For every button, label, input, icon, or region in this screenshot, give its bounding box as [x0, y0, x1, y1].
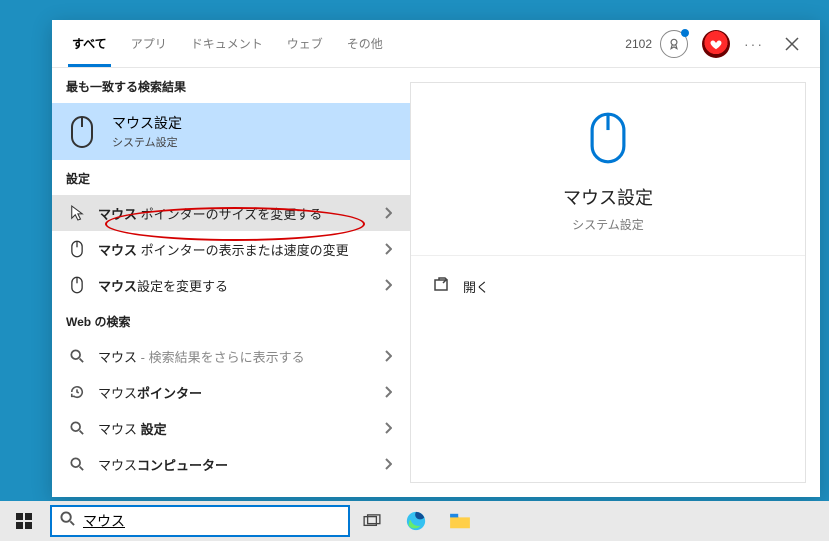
settings-result-pointer-size[interactable]: マウス ポインターのサイズを変更する	[52, 195, 410, 231]
search-topbar: すべて アプリ ドキュメント ウェブ その他 2102 ···	[52, 20, 820, 68]
results-list: 最も一致する検索結果 マウス設定 システム設定 設定 マウス ポインターのサイズ…	[52, 68, 410, 497]
taskbar-search-input[interactable]	[83, 513, 340, 529]
notification-dot	[681, 29, 689, 37]
chevron-right-icon	[376, 201, 400, 225]
tab-all[interactable]: すべて	[60, 20, 119, 67]
start-button[interactable]	[0, 501, 48, 541]
search-icon	[66, 421, 88, 435]
history-icon	[66, 385, 88, 399]
rewards-medal-icon[interactable]	[660, 30, 688, 58]
search-results-panel: すべて アプリ ドキュメント ウェブ その他 2102 ···	[52, 20, 820, 497]
search-icon	[66, 349, 88, 363]
tab-apps[interactable]: アプリ	[119, 20, 179, 67]
task-view-button[interactable]	[350, 501, 394, 541]
user-avatar[interactable]	[702, 30, 730, 58]
taskbar-search-box[interactable]	[50, 505, 350, 537]
mouse-large-icon	[581, 111, 635, 170]
edge-taskbar-icon[interactable]	[394, 501, 438, 541]
rewards-points: 2102	[625, 37, 652, 51]
more-options-button[interactable]: ···	[744, 36, 764, 52]
mouse-small-icon	[66, 240, 88, 258]
web-result-computer[interactable]: マウスコンピューター	[52, 446, 410, 482]
tab-more[interactable]: その他	[335, 20, 399, 67]
web-header: Web の検索	[52, 303, 410, 338]
chevron-right-icon	[376, 273, 400, 297]
preview-title: マウス設定	[563, 184, 653, 210]
search-icon	[60, 511, 75, 531]
best-match-title: マウス設定	[112, 113, 182, 133]
chevron-right-icon	[376, 416, 400, 440]
open-icon	[433, 277, 449, 296]
web-result-settings[interactable]: マウス 設定	[52, 410, 410, 446]
settings-header: 設定	[52, 160, 410, 195]
chevron-right-icon	[376, 237, 400, 261]
settings-result-pointer-speed[interactable]: マウス ポインターの表示または速度の変更	[52, 231, 410, 267]
chevron-right-icon	[376, 344, 400, 368]
preview-pane: マウス設定 システム設定 開く	[410, 82, 806, 483]
best-match-item[interactable]: マウス設定 システム設定	[52, 103, 410, 160]
mouse-icon	[66, 116, 98, 148]
close-button[interactable]	[778, 30, 806, 58]
web-result-more[interactable]: マウス - 検索結果をさらに表示する	[52, 338, 410, 374]
best-match-header: 最も一致する検索結果	[52, 68, 410, 103]
preview-sub: システム設定	[572, 216, 644, 233]
best-match-sub: システム設定	[112, 134, 182, 150]
chevron-right-icon	[376, 380, 400, 404]
settings-result-change-mouse[interactable]: マウス設定を変更する	[52, 267, 410, 303]
tab-web[interactable]: ウェブ	[275, 20, 335, 67]
scope-tabs: すべて アプリ ドキュメント ウェブ その他	[60, 20, 399, 67]
topbar-right: 2102 ···	[625, 30, 812, 58]
open-action[interactable]: 開く	[415, 266, 801, 306]
search-icon	[66, 457, 88, 471]
mouse-outline-icon	[66, 276, 88, 294]
explorer-taskbar-icon[interactable]	[438, 501, 482, 541]
cursor-icon	[66, 204, 88, 222]
tab-documents[interactable]: ドキュメント	[179, 20, 275, 67]
taskbar	[0, 501, 829, 541]
web-result-pointer[interactable]: マウスポインター	[52, 374, 410, 410]
chevron-right-icon	[376, 452, 400, 476]
